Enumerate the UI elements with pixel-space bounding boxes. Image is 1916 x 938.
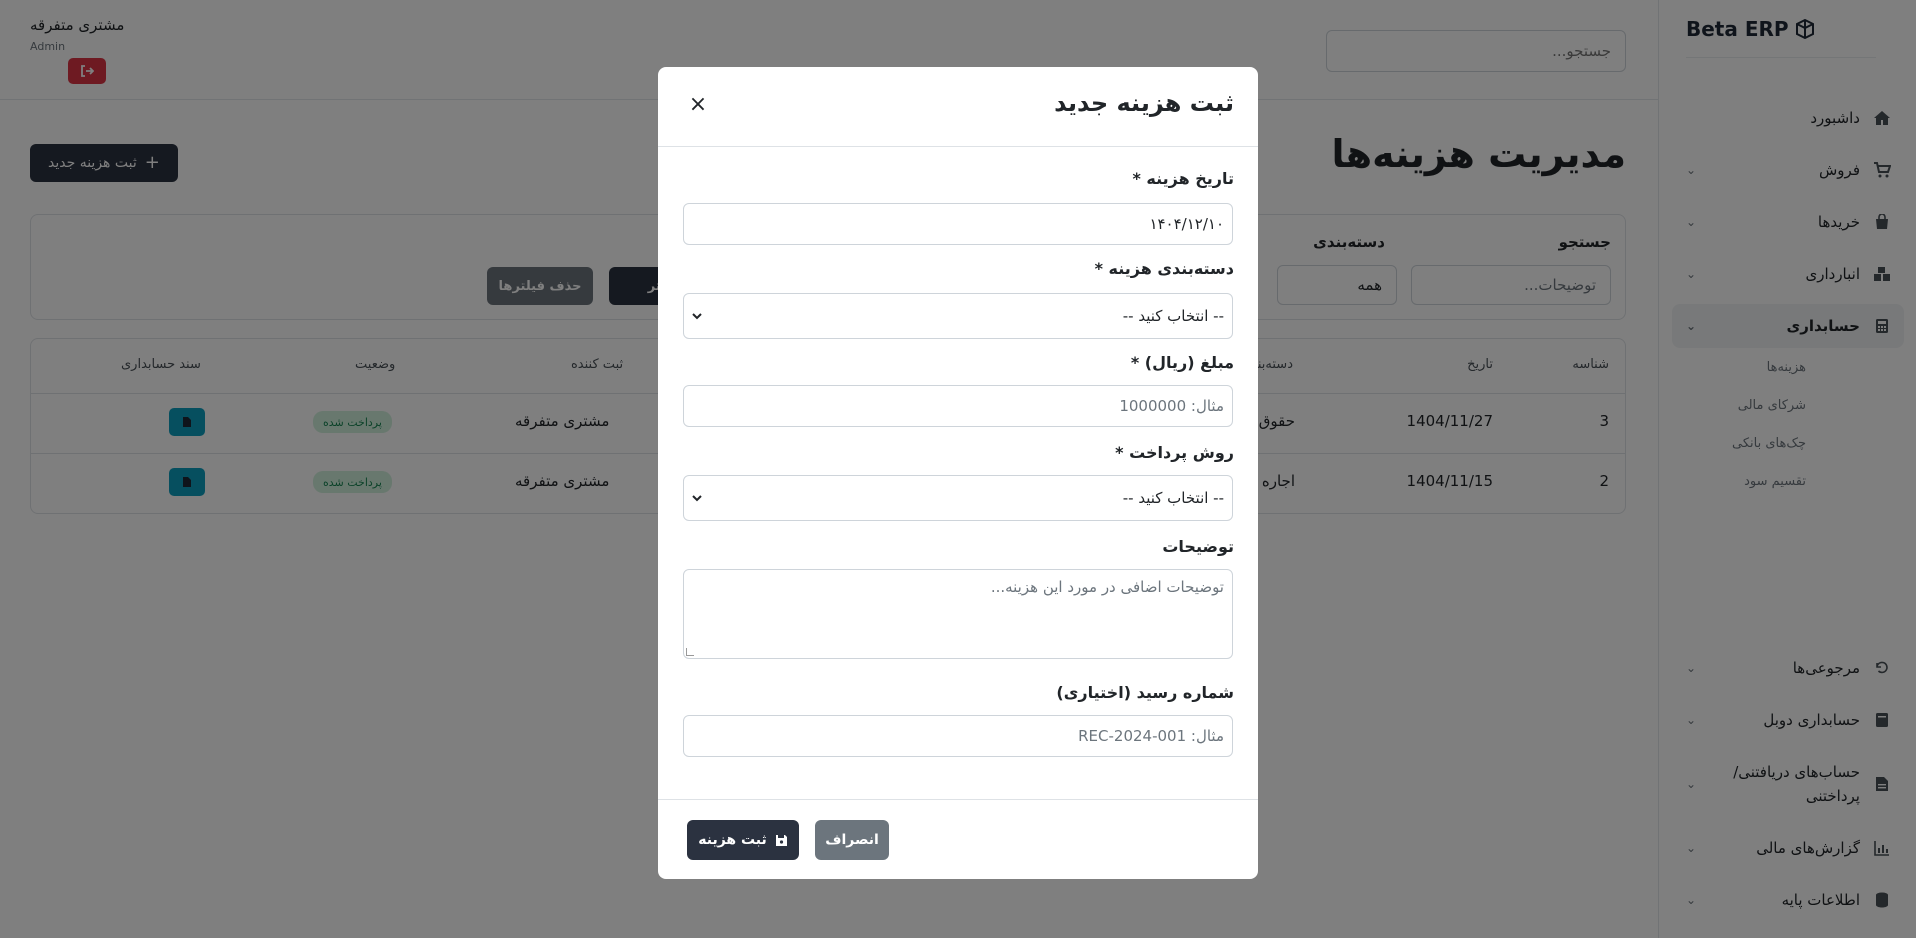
save-expense-button[interactable]: ثبت هزینه: [687, 820, 799, 860]
new-expense-modal: ثبت هزینه جدید × تاریخ هزینه * ۱۴۰۴/۱۲/۱…: [658, 67, 1258, 879]
date-value: ۱۴۰۴/۱۲/۱۰: [1149, 215, 1224, 233]
description-label: توضیحات: [1162, 537, 1234, 556]
payment-method-select[interactable]: -- انتخاب کنید --: [683, 475, 1233, 521]
category-label: دسته‌بندی هزینه *: [1094, 259, 1234, 278]
description-textarea[interactable]: توضیحات اضافی در مورد این هزینه...: [683, 569, 1233, 659]
save-icon: [775, 834, 787, 846]
category-selected: -- انتخاب کنید --: [1122, 307, 1224, 325]
receipt-placeholder: مثال: REC-2024-001: [1078, 727, 1224, 745]
receipt-input[interactable]: مثال: REC-2024-001: [683, 715, 1233, 757]
payment-selected: -- انتخاب کنید --: [1122, 489, 1224, 507]
amount-input[interactable]: مثال: 1000000: [683, 385, 1233, 427]
amount-label: مبلغ (ریال) *: [1130, 353, 1234, 372]
close-icon[interactable]: ×: [688, 94, 708, 116]
category-select[interactable]: -- انتخاب کنید --: [683, 293, 1233, 339]
modal-footer: انصراف ثبت هزینه: [658, 799, 1258, 879]
chevron-down-icon: [692, 491, 702, 506]
resize-handle[interactable]: [686, 648, 694, 656]
modal-title: ثبت هزینه جدید: [1054, 89, 1234, 117]
cancel-button[interactable]: انصراف: [815, 820, 889, 860]
payment-method-label: روش پرداخت *: [1115, 443, 1234, 462]
amount-placeholder: مثال: 1000000: [1119, 397, 1224, 415]
date-input[interactable]: ۱۴۰۴/۱۲/۱۰: [683, 203, 1233, 245]
chevron-down-icon: [692, 309, 702, 324]
save-label: ثبت هزینه: [698, 832, 767, 848]
modal-header: ثبت هزینه جدید ×: [658, 67, 1258, 147]
description-placeholder: توضیحات اضافی در مورد این هزینه...: [990, 578, 1224, 596]
receipt-label: شماره رسید (اختیاری): [1056, 683, 1234, 702]
date-label: تاریخ هزینه *: [1132, 169, 1234, 188]
